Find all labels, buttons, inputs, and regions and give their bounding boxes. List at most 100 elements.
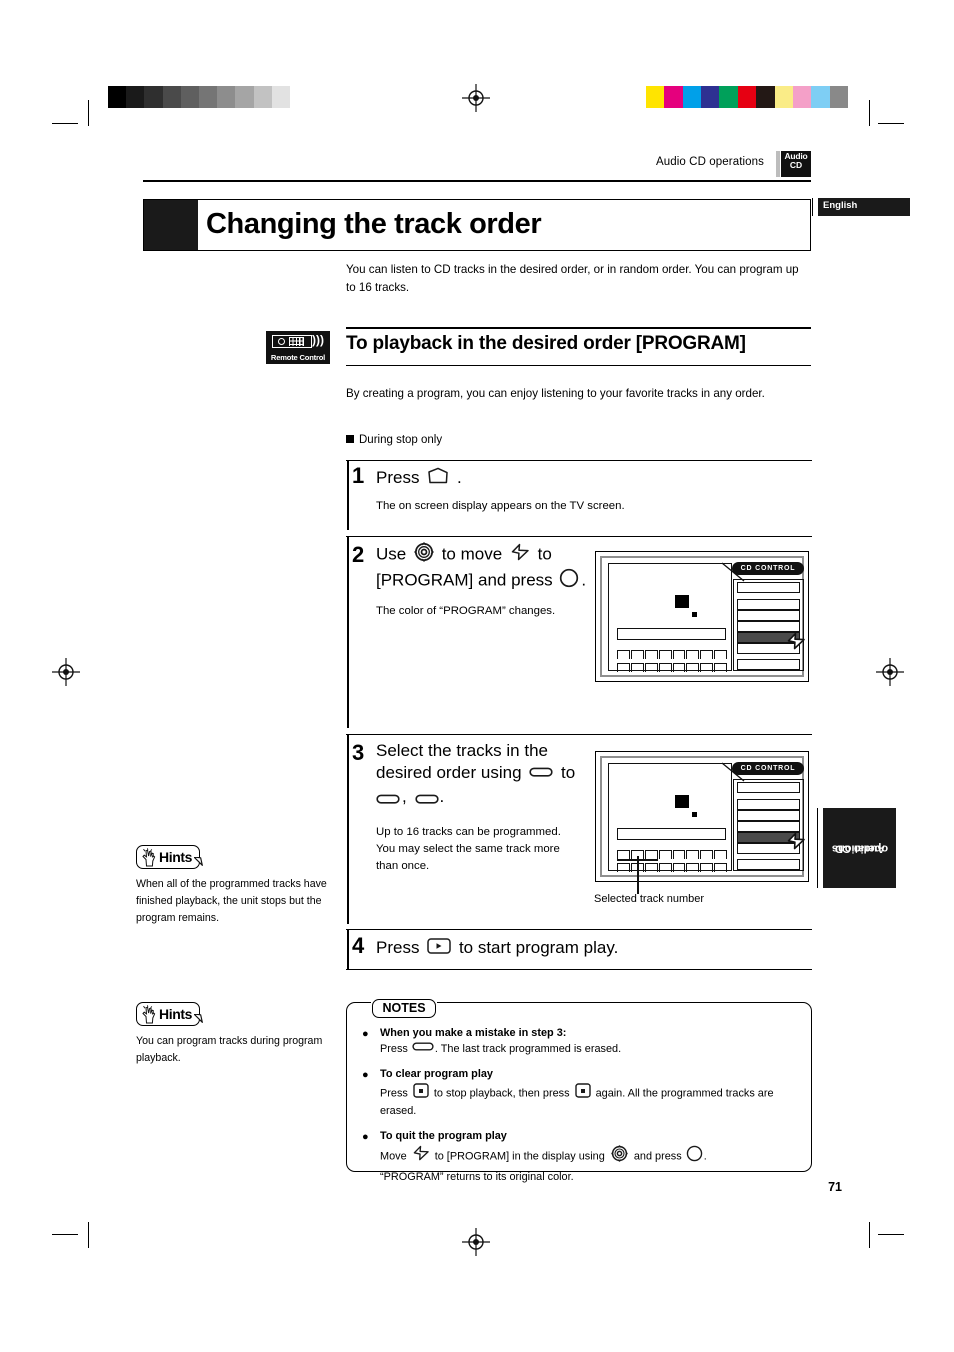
remote-control-caption: Remote Control	[270, 353, 326, 362]
step-4-number: 4	[352, 933, 365, 958]
step-1-text: Press .	[376, 467, 462, 490]
filled-square-icon	[346, 435, 354, 443]
oval-button-icon[interactable]	[376, 789, 400, 811]
step3-rule-top	[346, 734, 812, 736]
osd-marker-large	[675, 795, 689, 808]
step-3-text: Select the tracks in the desired order u…	[376, 740, 588, 811]
grey-swatch	[108, 86, 127, 108]
osd-cursor-arrow-icon	[787, 832, 805, 850]
osd-track-cell	[658, 850, 672, 859]
osd-menu-item-1[interactable]	[737, 582, 800, 593]
osd-marker-large	[675, 595, 689, 608]
running-header-label: Audio CD operations	[655, 156, 764, 168]
grey-swatch	[217, 86, 236, 108]
step4-rule-bottom	[346, 969, 812, 971]
note-item-1-body: Press . The last track programmed is era…	[380, 1041, 621, 1058]
note-item-2-body: Press to stop playback, then press again…	[380, 1082, 800, 1121]
note-item-2: ● To clear program play Press to stop pl…	[362, 1067, 800, 1120]
stop-button-icon[interactable]	[413, 1082, 429, 1104]
page-number: 71	[828, 1180, 842, 1194]
hints-badge-1: Hints	[136, 845, 203, 869]
step-2: 2 Use to move to [PROGRAM] and press . T…	[352, 542, 592, 620]
oval-button-icon[interactable]	[412, 1041, 434, 1057]
bullet-icon: ●	[362, 1131, 369, 1144]
header-rule	[143, 180, 811, 182]
osd-menu-item-2[interactable]	[737, 599, 800, 610]
step3-rail	[347, 734, 349, 924]
note-item-1-head: When you make a mistake in step 3:	[380, 1027, 567, 1039]
osd-marker-small	[692, 812, 697, 817]
intro-paragraph: You can listen to CD tracks in the desir…	[346, 263, 799, 294]
grey-swatch	[180, 86, 199, 108]
language-tab-edge	[812, 198, 817, 216]
grey-swatch	[289, 86, 309, 108]
osd-menu-item-3[interactable]	[737, 810, 800, 821]
ir-wave-icon: )))	[312, 333, 324, 347]
thumb-tab-line2: operations	[831, 842, 888, 855]
joystick-icon[interactable]	[611, 1145, 628, 1169]
oval-button-icon[interactable]	[529, 762, 553, 784]
remote-dial-icon	[278, 338, 285, 345]
osd-menu-item-2[interactable]	[737, 799, 800, 810]
osd-marker-small	[692, 612, 697, 617]
osd-track-row-2	[617, 863, 727, 872]
step-2-text-c: to	[537, 544, 552, 564]
note-1-body-a: Press	[380, 1043, 408, 1056]
joystick-icon[interactable]	[414, 542, 434, 568]
step-4-text-after: to start program play.	[458, 938, 619, 957]
osd-menu-item-3[interactable]	[737, 610, 800, 621]
crop-mark-left-h	[52, 123, 78, 125]
osd-menu-item-4[interactable]	[737, 621, 800, 632]
remote-control-icon: ))) Remote Control	[266, 331, 330, 364]
stop-button-icon[interactable]	[574, 1082, 591, 1104]
osd-button-icon[interactable]	[427, 467, 449, 490]
registration-mark-right	[876, 658, 904, 686]
osd-figure-step2-inner: CD CONTROL	[600, 556, 805, 677]
grey-swatch	[144, 86, 163, 108]
cursor-arrow-icon[interactable]	[412, 1145, 430, 1168]
cd-control-label: CD CONTROL	[732, 562, 804, 575]
osd-menu-item-7[interactable]	[737, 859, 800, 870]
cursor-arrow-icon[interactable]	[510, 543, 530, 567]
title-bar-black-block	[144, 200, 198, 250]
note-item-3-head: To quit the program play	[380, 1130, 507, 1143]
note-3-body-d: .	[703, 1150, 707, 1163]
osd-cursor-arrow-icon	[787, 632, 805, 650]
grey-swatch	[235, 86, 254, 108]
play-button-icon[interactable]	[427, 937, 451, 960]
enter-button-icon[interactable]	[686, 1145, 703, 1169]
crop-mark-bottom-left-v	[88, 1222, 90, 1248]
greyscale-calibration-bar	[108, 86, 309, 108]
step2-rail	[347, 536, 349, 728]
osd-menu-item-1[interactable]	[737, 782, 800, 793]
color-swatch	[829, 86, 848, 108]
osd-menu-item-7[interactable]	[737, 659, 800, 670]
grey-swatch	[162, 86, 181, 108]
pointing-hand-icon	[142, 1005, 156, 1024]
osd-menu-item-4[interactable]	[737, 821, 800, 832]
step-4-text: Press to start program play.	[376, 937, 618, 959]
enter-button-icon[interactable]	[559, 568, 579, 594]
step-2-text-a: Use	[376, 544, 407, 564]
note-1-body-b: . The last track programmed is erased.	[434, 1043, 622, 1056]
step-3-sep: ,	[402, 787, 407, 806]
note-3-body-e: “PROGRAM” returns to its original color.	[380, 1170, 574, 1183]
step-2-sub: The color of “PROGRAM” changes.	[376, 604, 556, 617]
figure-caption-selected-track: Selected track number	[594, 893, 705, 905]
hint-block-2: Hints You can program tracks during prog…	[136, 1002, 342, 1067]
osd-track-cell	[714, 863, 727, 872]
audio-cd-badge-spine	[776, 151, 780, 177]
step-2-number: 2	[352, 542, 365, 567]
crop-mark-bottom-left-h	[52, 1234, 78, 1236]
grey-swatch	[253, 86, 272, 108]
crop-mark-bottom-right-h	[878, 1234, 904, 1236]
note-item-3: ● To quit the program play Move to [PROG…	[362, 1129, 800, 1186]
step2-rule-top	[346, 536, 812, 538]
osd-track-cell	[630, 663, 644, 672]
osd-track-cell	[700, 850, 714, 859]
section-rule-top	[346, 327, 811, 330]
condition-label: During stop only	[359, 434, 443, 446]
color-swatch	[664, 86, 683, 108]
oval-button-icon[interactable]	[415, 789, 440, 811]
color-swatch	[774, 86, 793, 108]
